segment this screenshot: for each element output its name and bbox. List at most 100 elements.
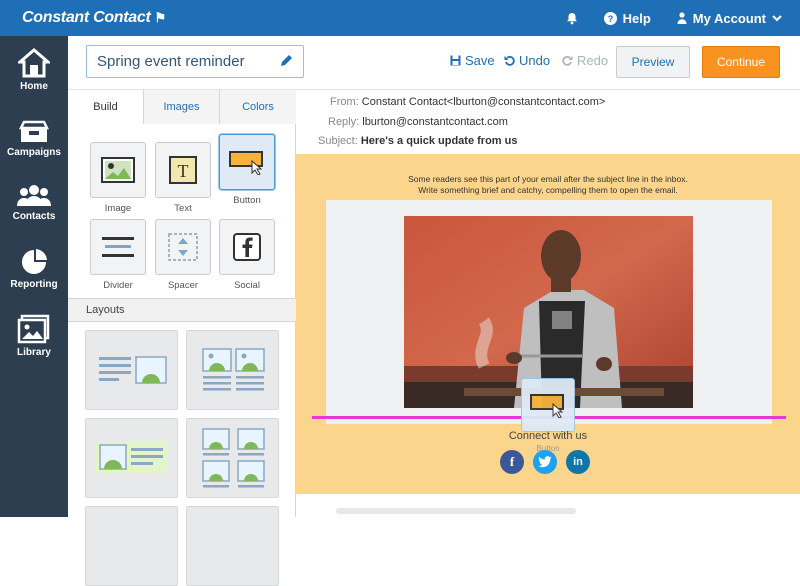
block-text[interactable]: T Text: [155, 142, 211, 214]
layout-four-images-icon: [202, 428, 265, 488]
campaign-title-text: Spring event reminder: [97, 53, 245, 70]
block-image-tile: [90, 142, 146, 198]
pencil-icon[interactable]: [279, 54, 293, 68]
contacts-icon: [17, 185, 51, 206]
reply-row[interactable]: Reply: lburton@constantcontact.com: [328, 116, 508, 128]
preview-button[interactable]: Preview: [616, 46, 690, 78]
reply-value: lburton@constantcontact.com: [362, 116, 508, 128]
layout-image-text-highlight-icon: [96, 441, 168, 473]
from-value: Constant Contact<lburton@constantcontact…: [361, 96, 606, 108]
block-button-label: Button: [233, 195, 261, 206]
nav-home[interactable]: Home: [0, 48, 68, 92]
my-account-menu[interactable]: My Account: [677, 11, 782, 26]
help-link[interactable]: ? Help: [603, 10, 651, 26]
brand-logo[interactable]: Constant Contact ⚑: [22, 9, 166, 27]
layout-text-image[interactable]: [85, 330, 178, 410]
text-icon: T: [169, 156, 197, 184]
library-icon: [17, 314, 50, 344]
dragging-button-block[interactable]: [521, 378, 575, 432]
preheader-text[interactable]: Some readers see this part of your email…: [296, 174, 800, 196]
facebook-icon: [233, 233, 261, 261]
editor-toolbar: Spring event reminder Save Undo Redo Pre…: [68, 36, 800, 90]
block-social[interactable]: Social: [219, 219, 275, 291]
layout-tile-5[interactable]: [85, 506, 178, 586]
preheader-line-2: Write something brief and catchy, compel…: [418, 185, 678, 195]
campaign-title-input[interactable]: Spring event reminder: [86, 45, 304, 78]
footer-text-blur: [336, 508, 576, 514]
nav-campaigns-label: Campaigns: [7, 147, 61, 158]
nav-library-label: Library: [17, 347, 51, 358]
spacer-icon: [168, 233, 198, 261]
layouts-header: Layouts: [68, 298, 296, 322]
subject-value: Here's a quick update from us: [360, 135, 518, 147]
layout-image-text-highlight[interactable]: [85, 418, 178, 498]
button-icon: [229, 151, 263, 175]
tab-images[interactable]: Images: [143, 90, 219, 124]
save-label: Save: [465, 53, 495, 68]
block-image[interactable]: Image: [90, 142, 146, 214]
email-header: From: Constant Contact<lburton@constantc…: [296, 90, 800, 154]
campaigns-icon: [18, 120, 50, 142]
svg-text:?: ?: [607, 14, 613, 24]
help-icon: ?: [603, 11, 617, 25]
subject-label: Subject:: [318, 135, 358, 147]
twitter-icon: [538, 456, 552, 468]
notifications-button[interactable]: [566, 12, 578, 25]
nav-campaigns[interactable]: Campaigns: [0, 118, 68, 158]
layout-two-images-text[interactable]: [186, 330, 279, 410]
block-image-label: Image: [104, 203, 132, 214]
block-spacer-label: Spacer: [167, 280, 199, 291]
block-spacer-tile: [155, 219, 211, 275]
redo-label: Redo: [577, 53, 609, 68]
layout-tile-6[interactable]: [186, 506, 279, 586]
undo-label: Undo: [519, 53, 551, 68]
bell-icon: [566, 12, 577, 24]
tab-build[interactable]: Build: [68, 90, 143, 125]
image-icon: [101, 157, 135, 183]
panel-tabs: Build Images Colors: [68, 90, 296, 125]
nav-contacts[interactable]: Contacts: [0, 184, 68, 222]
button-icon: [530, 394, 564, 418]
nav-reporting-label: Reporting: [10, 279, 58, 290]
from-label: From:: [330, 96, 359, 108]
block-social-tile: [219, 219, 275, 275]
preheader-line-1: Some readers see this part of your email…: [408, 174, 688, 184]
save-button[interactable]: Save: [450, 53, 495, 68]
nav-home-label: Home: [20, 81, 48, 92]
nav-reporting[interactable]: Reporting: [0, 246, 68, 290]
from-row[interactable]: From: Constant Contact<lburton@constantc…: [330, 96, 605, 108]
layout-text-image-icon: [99, 356, 167, 384]
linkedin-social-icon[interactable]: in: [566, 450, 590, 474]
block-divider-tile: [90, 219, 146, 275]
facebook-social-icon[interactable]: f: [500, 450, 524, 474]
block-text-label: Text: [174, 203, 192, 214]
undo-icon: [504, 55, 515, 66]
nav-contacts-label: Contacts: [12, 211, 56, 222]
top-bar: Constant Contact ⚑ ? Help My Account: [0, 0, 800, 36]
block-button-tile: [219, 134, 275, 190]
block-button[interactable]: Button: [219, 134, 275, 206]
nav-library[interactable]: Library: [0, 314, 68, 358]
block-divider-label: Divider: [103, 280, 133, 291]
redo-button[interactable]: Redo: [562, 53, 608, 68]
build-panel: Build Images Colors Image T Text Button …: [68, 90, 296, 586]
block-social-label: Social: [234, 280, 260, 291]
block-divider[interactable]: Divider: [90, 219, 146, 291]
email-canvas: Some readers see this part of your email…: [296, 154, 800, 494]
connect-heading[interactable]: Connect with us: [296, 430, 800, 442]
layout-four-images[interactable]: [186, 418, 279, 498]
block-text-tile: T: [155, 142, 211, 198]
block-spacer[interactable]: Spacer: [155, 219, 211, 291]
my-account-label: My Account: [692, 10, 766, 26]
svg-text:T: T: [178, 161, 189, 181]
twitter-social-icon[interactable]: [533, 450, 557, 474]
continue-button[interactable]: Continue: [702, 46, 780, 78]
home-icon: [18, 48, 50, 78]
save-icon: [450, 55, 461, 66]
undo-button[interactable]: Undo: [504, 53, 550, 68]
layout-two-images-text-icon: [202, 348, 265, 391]
help-label: Help: [622, 10, 651, 26]
tab-colors[interactable]: Colors: [219, 90, 296, 124]
flag-icon: ⚑: [154, 10, 167, 25]
subject-row[interactable]: Subject: Here's a quick update from us: [318, 135, 517, 147]
